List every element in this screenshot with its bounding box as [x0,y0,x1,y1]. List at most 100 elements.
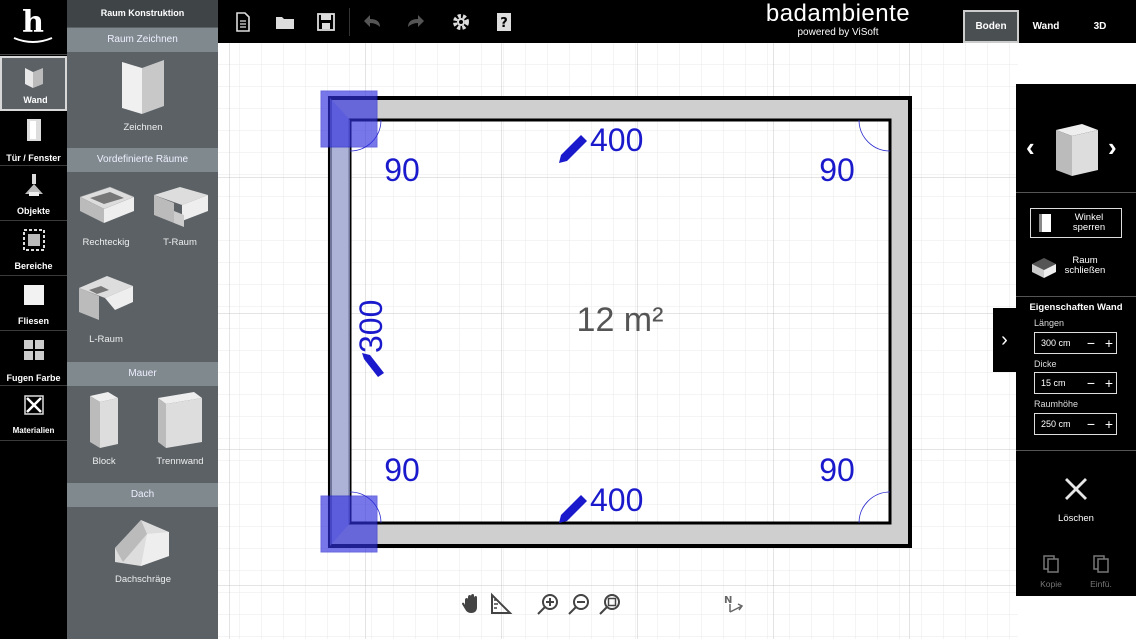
corner-handle-top-left[interactable] [320,90,378,148]
selected-wall-left[interactable] [330,98,350,546]
thickness-label: Dicke [1034,359,1057,369]
paste-label: Einfü. [1090,579,1112,589]
tool-objects[interactable]: Objekte [0,166,67,221]
svg-text:?: ? [500,16,508,31]
catalog-item-l-label: L-Raum [89,334,123,345]
settings-gear-icon[interactable] [450,11,472,33]
zoom-fit-icon[interactable] [598,592,622,616]
draw-wall-icon [122,60,164,114]
close-room-icon [1032,258,1056,278]
catalog-item-partition[interactable]: Trennwand [149,390,211,467]
tab-floor[interactable]: Boden [963,10,1019,43]
measure-ruler-icon[interactable] [489,592,513,616]
tiles-icon [23,285,44,305]
properties-panel: ‹ › Winkel sperren Raum schließen Eigens… [1016,84,1136,596]
roof-slope-icon [115,520,169,566]
tool-door-window[interactable]: Tür / Fenster [0,111,67,166]
app-logo: h [0,0,67,55]
next-wall-type-button[interactable]: › [1108,132,1117,163]
help-icon[interactable]: ? [493,11,515,33]
rect-room-icon [79,186,135,223]
floor-plan-drawing[interactable]: 90 90 90 90 400 400 300 12 m² [218,43,1018,639]
copy-button[interactable]: Kopie [1036,554,1066,589]
brand-logo: badambiente powered by ViSoft [738,1,938,41]
angle-label-top-left: 90 [384,152,420,188]
thickness-decrease-button[interactable]: − [1083,373,1099,393]
catalog-item-block[interactable]: Block [81,390,127,467]
delete-x-icon [1065,478,1087,500]
catalog-item-t-label: T-Raum [163,237,197,248]
open-folder-icon[interactable] [274,11,296,33]
room-height-stepper[interactable]: 250 cm − + [1034,413,1117,435]
tool-wall-label: Wand [23,95,48,105]
copy-label: Kopie [1040,579,1062,589]
paste-button[interactable]: Einfü. [1086,554,1116,589]
catalog-item-rectangular[interactable]: Rechteckig [73,183,139,248]
tool-door-label: Tür / Fenster [6,153,61,163]
t-room-icon [154,187,208,227]
length-stepper[interactable]: 300 cm − + [1034,332,1117,354]
tool-tiles[interactable]: Fliesen [0,276,67,331]
tool-wall[interactable]: Wand [0,56,67,111]
pan-hand-icon[interactable] [459,592,483,616]
tool-materials-label: Materialien [12,426,55,435]
catalog-item-rect-label: Rechteckig [82,237,130,248]
zoom-out-icon[interactable] [567,592,591,616]
room-height-increase-button[interactable]: + [1101,414,1117,434]
delete-label: Löschen [1058,513,1094,524]
copy-icon [1043,555,1059,573]
redo-icon[interactable] [404,11,426,33]
undo-icon[interactable] [362,11,384,33]
close-room-button[interactable]: Raum schließen [1030,252,1122,282]
corner-handle-bottom-left[interactable] [320,495,378,553]
l-room-icon [79,276,133,320]
areas-icon [22,229,45,251]
tool-materials[interactable]: Materialien [0,386,67,441]
catalog-item-draw[interactable]: Zeichnen [107,56,179,133]
section-predefined-rooms: Vordefinierte Räume [67,148,218,172]
length-label: Längen [1034,318,1065,328]
top-toolbar: ? badambiente powered by ViSoft Boden Wa… [218,0,1136,43]
lock-angle-toggle[interactable]: Winkel sperren [1030,208,1122,238]
room-area-label: 12 m² [577,301,664,339]
zoom-in-icon[interactable] [536,592,560,616]
length-value: 300 cm [1041,338,1071,348]
wall-type-preview-icon [1056,124,1098,176]
north-compass-icon[interactable]: N [722,592,746,616]
angle-label-top-right: 90 [819,152,855,188]
tool-objects-label: Objekte [16,206,50,216]
tool-grout-color[interactable]: Fugen Farbe [0,331,67,386]
thickness-stepper[interactable]: 15 cm − + [1034,372,1117,394]
thickness-increase-button[interactable]: + [1101,373,1117,393]
save-icon[interactable] [315,11,337,33]
panel-divider [1016,450,1136,451]
tab-3d[interactable]: 3D [1082,10,1118,43]
block-icon [90,392,118,448]
catalog-item-t-room[interactable]: T-Raum [149,183,211,248]
section-walls: Mauer [67,362,218,386]
thickness-value: 15 cm [1041,378,1066,388]
floor-plan-canvas[interactable]: 90 90 90 90 400 400 300 12 m² [218,43,1018,639]
tool-tiles-label: Fliesen [17,316,49,326]
tab-wall[interactable]: Wand [1024,10,1068,43]
section-roof: Dach [67,483,218,507]
catalog-item-l-room[interactable]: L-Raum [73,272,139,345]
materials-icon [23,395,44,415]
panel-divider [1016,192,1136,193]
wall-properties-title: Eigenschaften Wand [1029,302,1123,313]
room-height-decrease-button[interactable]: − [1083,414,1099,434]
door-icon [26,119,41,141]
length-decrease-button[interactable]: − [1083,333,1099,353]
catalog-item-roof-slope[interactable]: Dachschräge [97,514,189,585]
collapse-right-panel-button[interactable]: › [993,308,1016,372]
prev-wall-type-button[interactable]: ‹ [1026,132,1035,163]
new-document-icon[interactable] [232,11,254,33]
delete-button[interactable]: Löschen [1046,474,1106,524]
catalog-item-block-label: Block [92,456,116,467]
tool-areas[interactable]: Bereiche [0,221,67,276]
angle-label-bottom-right: 90 [819,452,855,488]
section-draw-room: Raum Zeichnen [67,28,218,52]
grout-icon [23,340,44,360]
catalog-title: Raum Konstruktion [67,0,218,27]
length-increase-button[interactable]: + [1101,333,1117,353]
